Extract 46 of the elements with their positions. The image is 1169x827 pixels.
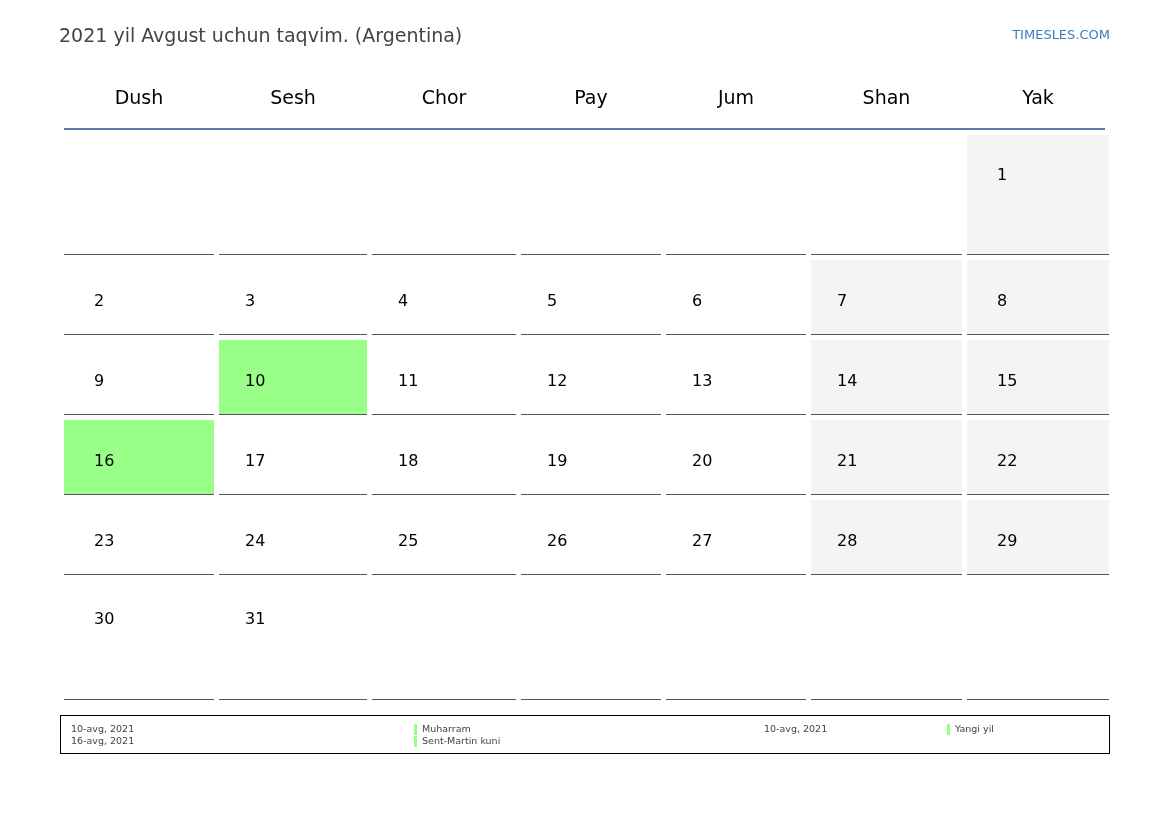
- day-number: 23: [94, 530, 115, 552]
- day-number: 2: [94, 290, 105, 312]
- holiday-name: Muharram: [422, 721, 471, 736]
- weekday-header: Chor: [421, 85, 467, 111]
- site-link[interactable]: TIMESLES.COM: [1012, 25, 1110, 45]
- holiday-name: Yangi yil: [955, 721, 994, 736]
- day-number: 9: [94, 370, 105, 392]
- day-number: 27: [692, 530, 713, 552]
- day-number: 15: [997, 370, 1018, 392]
- day-number: 21: [837, 450, 858, 472]
- day-number: 18: [398, 450, 419, 472]
- holiday-date: 10-avg, 2021: [71, 721, 136, 736]
- day-number: 11: [398, 370, 419, 392]
- day-number: 3: [245, 290, 256, 312]
- day-number: 31: [245, 608, 266, 630]
- day-number: 30: [94, 608, 115, 630]
- day-number: 7: [837, 290, 848, 312]
- day-number: 29: [997, 530, 1018, 552]
- day-number: 5: [547, 290, 558, 312]
- weekday-header: Sesh: [270, 85, 316, 111]
- day-number: 25: [398, 530, 419, 552]
- day-number: 20: [692, 450, 713, 472]
- day-number: 26: [547, 530, 568, 552]
- day-number: 6: [692, 290, 703, 312]
- day-number: 14: [837, 370, 858, 392]
- day-number: 22: [997, 450, 1018, 472]
- day-number: 17: [245, 450, 266, 472]
- weekday-header: Yak: [1022, 85, 1054, 111]
- day-number: 12: [547, 370, 568, 392]
- day-number: 24: [245, 530, 266, 552]
- holiday-name: Sent-Martin kuni: [422, 733, 501, 748]
- day-number: 4: [398, 290, 409, 312]
- day-number: 1: [997, 164, 1008, 186]
- day-number: 19: [547, 450, 568, 472]
- weekday-header: Dush: [114, 85, 164, 111]
- day-number: 10: [245, 370, 266, 392]
- day-number: 8: [997, 290, 1008, 312]
- holiday-date: 10-avg, 2021: [764, 721, 829, 736]
- weekday-header: Pay: [574, 85, 608, 111]
- day-number: 28: [837, 530, 858, 552]
- weekday-header: Jum: [717, 85, 755, 111]
- weekday-header: Shan: [862, 85, 911, 111]
- holiday-date: 16-avg, 2021: [71, 734, 136, 748]
- day-number: 16: [94, 450, 115, 472]
- day-number: 13: [692, 370, 713, 392]
- page-title: 2021 yil Avgust uchun taqvim. (Argentina): [59, 22, 463, 48]
